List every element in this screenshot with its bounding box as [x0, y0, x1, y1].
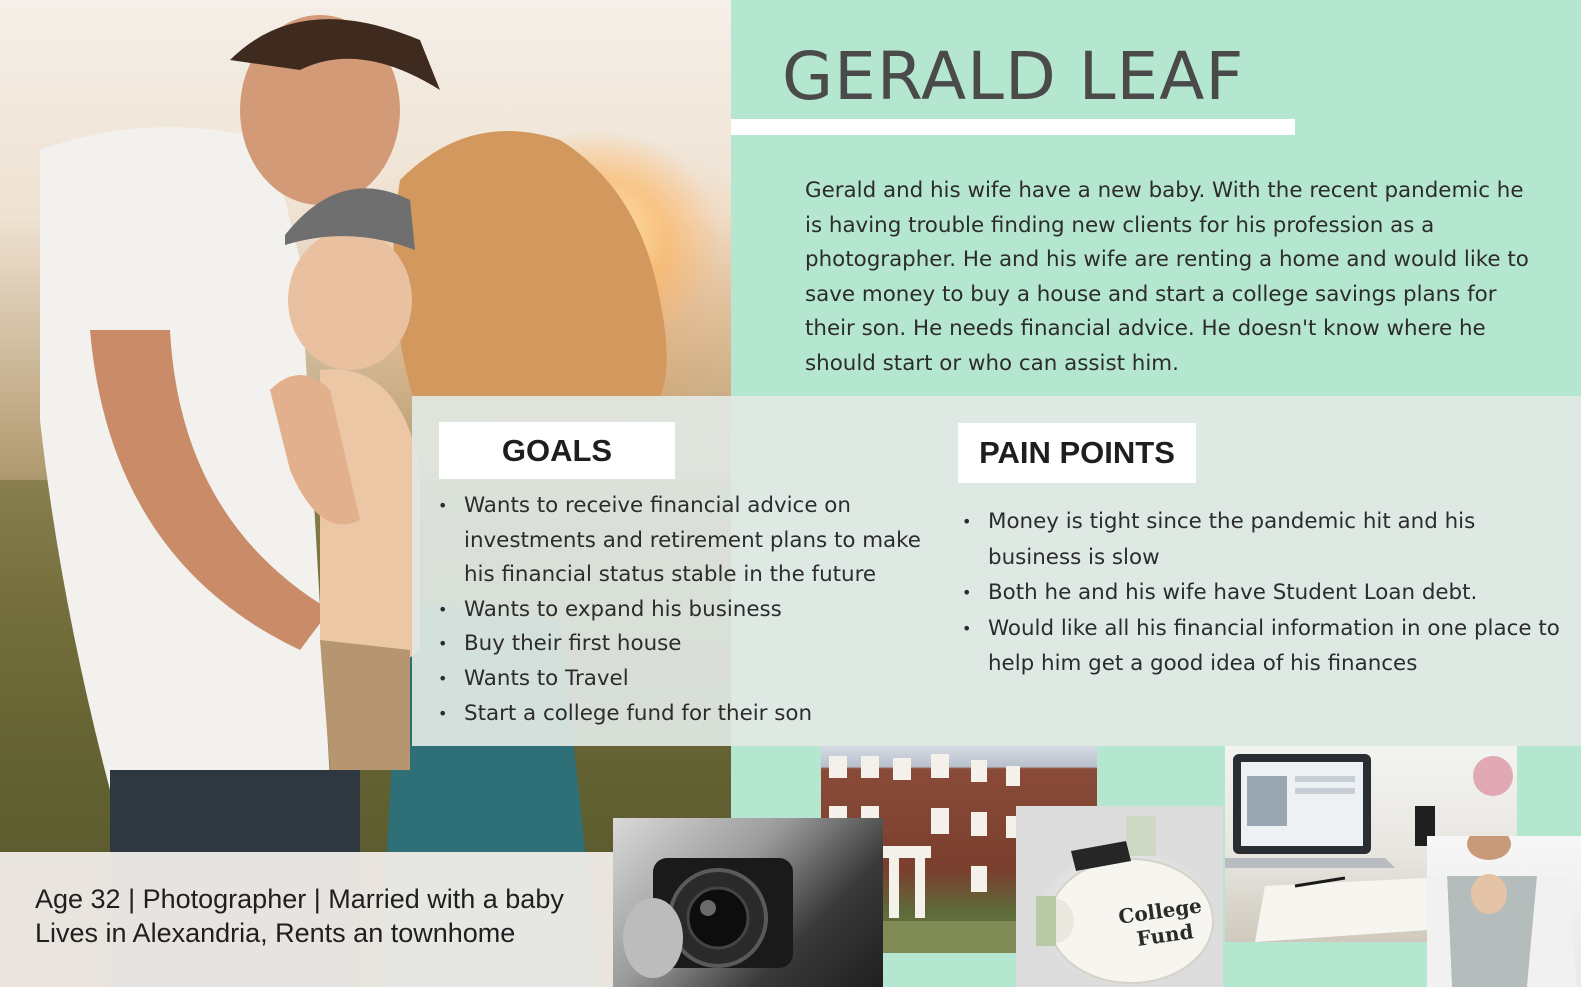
goal-item: Wants to receive financial advice on inv…: [438, 489, 958, 593]
pain-points-heading: PAIN POINTS: [958, 423, 1196, 483]
pain-point-item: Both he and his wife have Student Loan d…: [962, 575, 1572, 611]
baby-carrier-photo: [1427, 836, 1581, 987]
persona-name: GERALD LEAF: [782, 38, 1245, 115]
piggy-bank-illustration: College Fund: [1036, 816, 1214, 984]
title-underline: [731, 119, 1295, 135]
goals-heading: GOALS: [439, 422, 675, 479]
college-fund-piggy-bank-photo: College Fund: [1016, 806, 1223, 987]
persona-info-banner: Age 32 | Photographer | Married with a b…: [0, 852, 613, 987]
baby-carrier-illustration: [1427, 836, 1577, 987]
persona-info-age-job: Age 32 | Photographer | Married with a b…: [35, 884, 564, 914]
persona-bio: Gerald and his wife have a new baby. Wit…: [805, 178, 1529, 376]
goal-item: Wants to expand his business: [438, 593, 958, 628]
goal-item: Wants to Travel: [438, 662, 958, 697]
pain-point-item: Would like all his financial information…: [962, 611, 1572, 682]
camera-illustration: [623, 858, 793, 978]
goal-item: Start a college fund for their son: [438, 697, 958, 732]
camera-photo: [613, 818, 883, 987]
pain-points-list: Money is tight since the pandemic hit an…: [962, 504, 1572, 682]
goal-item: Buy their first house: [438, 627, 958, 662]
goals-list: Wants to receive financial advice on inv…: [438, 489, 958, 731]
pain-point-item: Money is tight since the pandemic hit an…: [962, 504, 1572, 575]
persona-info-location: Lives in Alexandria, Rents an townhome: [35, 918, 516, 948]
